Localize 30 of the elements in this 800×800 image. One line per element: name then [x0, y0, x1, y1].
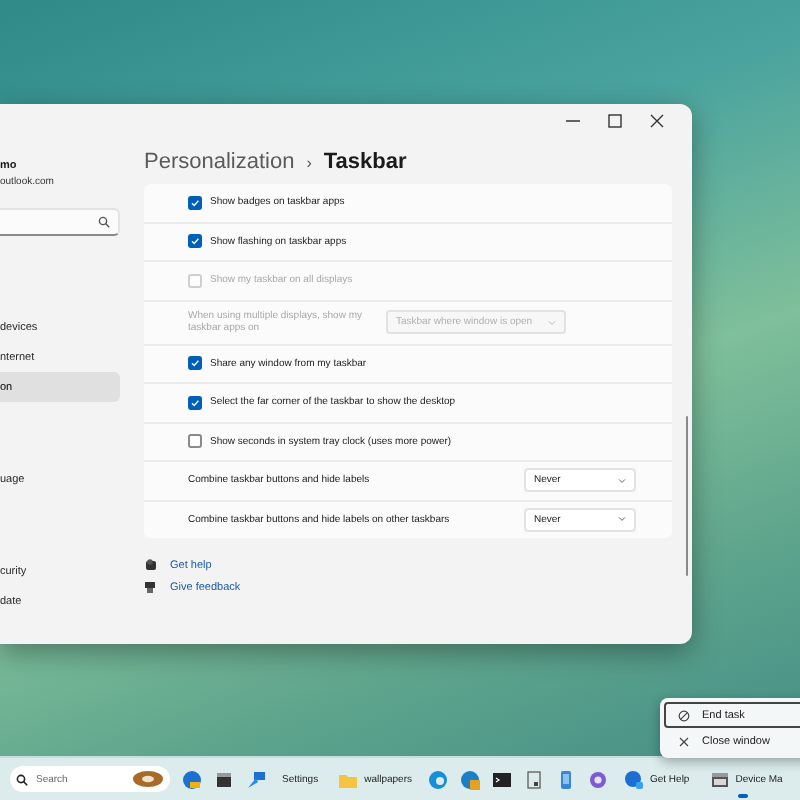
checkbox[interactable] — [188, 356, 202, 371]
close-icon[interactable] — [650, 113, 664, 127]
checkbox[interactable] — [188, 234, 202, 249]
app-icon[interactable] — [246, 769, 266, 789]
search-field[interactable] — [0, 208, 120, 236]
chevron-down-icon — [548, 319, 556, 325]
folder-icon — [338, 769, 359, 789]
breadcrumb-separator: › — [306, 153, 312, 171]
checkmark-icon — [190, 197, 200, 208]
scrollbar[interactable] — [685, 416, 688, 576]
checkbox[interactable] — [188, 395, 202, 410]
page-title: Taskbar — [323, 150, 407, 174]
close-icon — [678, 735, 690, 747]
checkbox[interactable] — [188, 434, 202, 449]
widget-image-icon — [132, 770, 164, 788]
chevron-down-icon — [618, 477, 626, 484]
terminal-icon[interactable] — [491, 769, 512, 789]
checkmark-icon — [190, 236, 200, 247]
checkmark-icon — [190, 358, 200, 369]
document-icon[interactable] — [523, 769, 544, 789]
search-icon — [16, 773, 28, 785]
checkmark-icon — [190, 397, 200, 408]
maximize-icon[interactable] — [608, 113, 622, 127]
breadcrumb-link[interactable]: Personalization — [144, 150, 295, 174]
checkbox[interactable] — [188, 195, 202, 210]
phone-icon[interactable] — [555, 769, 576, 789]
chevron-down-icon — [618, 516, 626, 523]
prohibited-icon — [678, 709, 690, 721]
window-icon[interactable] — [214, 769, 234, 789]
search-icon — [98, 216, 110, 228]
